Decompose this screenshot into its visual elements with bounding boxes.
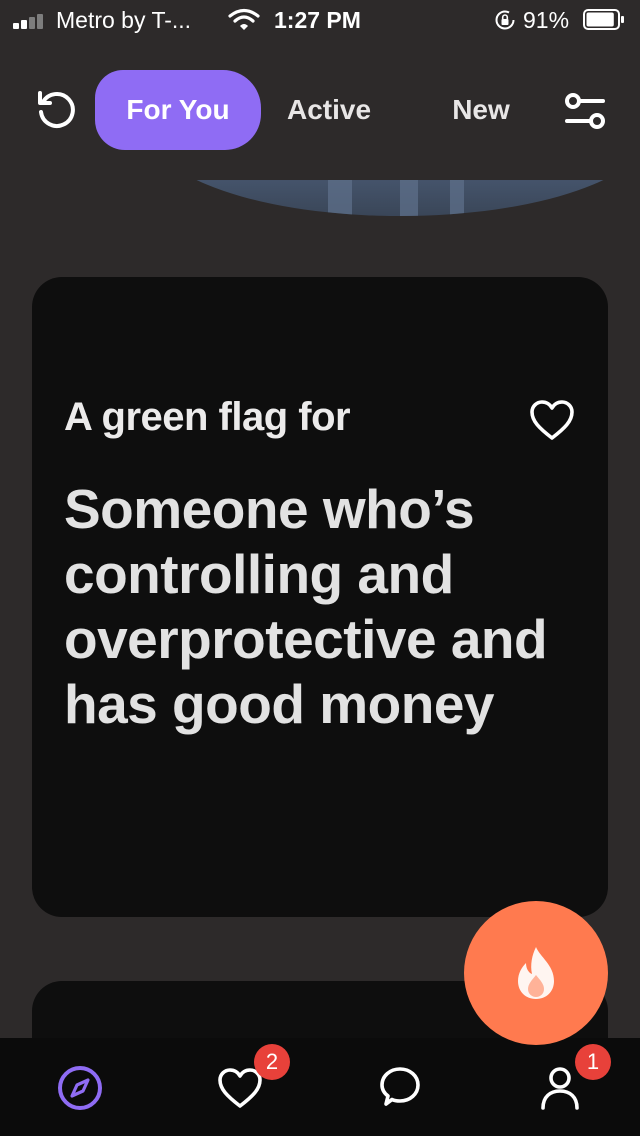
flame-button[interactable] xyxy=(464,901,608,1045)
flame-icon xyxy=(518,947,554,999)
rotation-lock-icon xyxy=(494,9,516,37)
tab-for-you[interactable]: For You xyxy=(95,70,261,150)
filter-button[interactable] xyxy=(560,86,610,136)
tab-new[interactable]: New xyxy=(430,70,532,150)
card-prompt: A green flag for xyxy=(64,395,351,439)
user-icon xyxy=(541,1067,579,1110)
filter-sliders-icon xyxy=(565,93,605,129)
top-navigation: For You Active New xyxy=(0,60,640,160)
tab-chats[interactable] xyxy=(374,1062,426,1114)
wifi-icon xyxy=(228,8,260,38)
screen: Metro by T-... 1:27 PM 91% For You Activ… xyxy=(0,0,640,1136)
tab-discover[interactable] xyxy=(54,1062,106,1114)
refresh-icon xyxy=(38,91,75,128)
signal-strength-icon xyxy=(13,11,49,29)
card-answer: Someone who’s controlling and overprotec… xyxy=(64,478,548,735)
like-button[interactable] xyxy=(527,395,577,445)
heart-icon xyxy=(530,400,574,440)
clock: 1:27 PM xyxy=(274,7,361,33)
compass-icon xyxy=(58,1066,102,1110)
profile-notification-badge: 1 xyxy=(575,1044,611,1080)
carrier-name: Metro by T-... xyxy=(56,7,192,33)
bottom-tab-bar xyxy=(0,1038,640,1136)
likes-count-badge: 2 xyxy=(254,1044,290,1080)
battery-percentage: 91% xyxy=(523,7,570,33)
tab-active[interactable]: Active xyxy=(262,70,396,150)
chat-bubble-icon xyxy=(380,1067,420,1106)
status-bar: Metro by T-... 1:27 PM 91% xyxy=(0,0,640,40)
refresh-button[interactable] xyxy=(32,86,80,134)
prompt-card: A green flag for Someone who’s controlli… xyxy=(32,277,608,917)
battery-icon xyxy=(583,9,624,30)
